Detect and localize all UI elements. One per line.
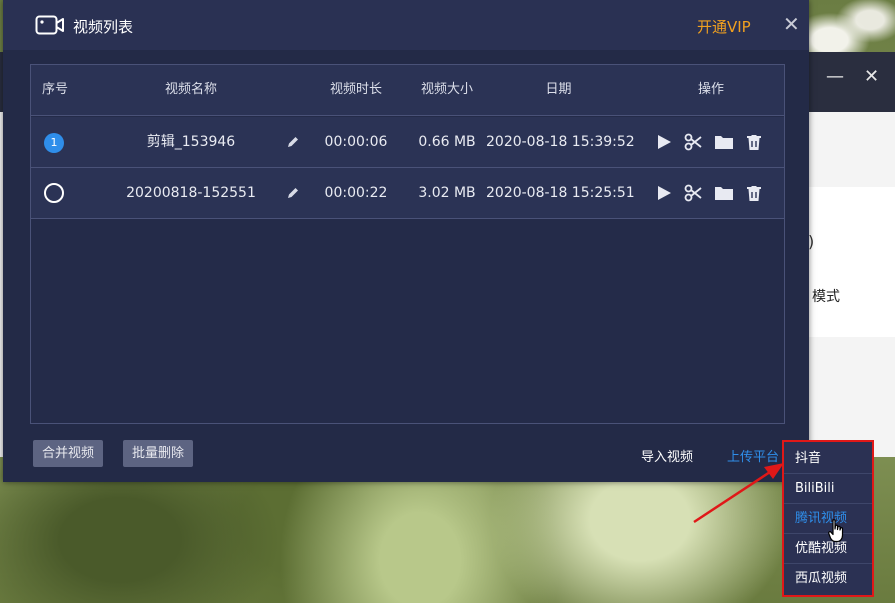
red-arrow-annotation xyxy=(693,463,784,524)
